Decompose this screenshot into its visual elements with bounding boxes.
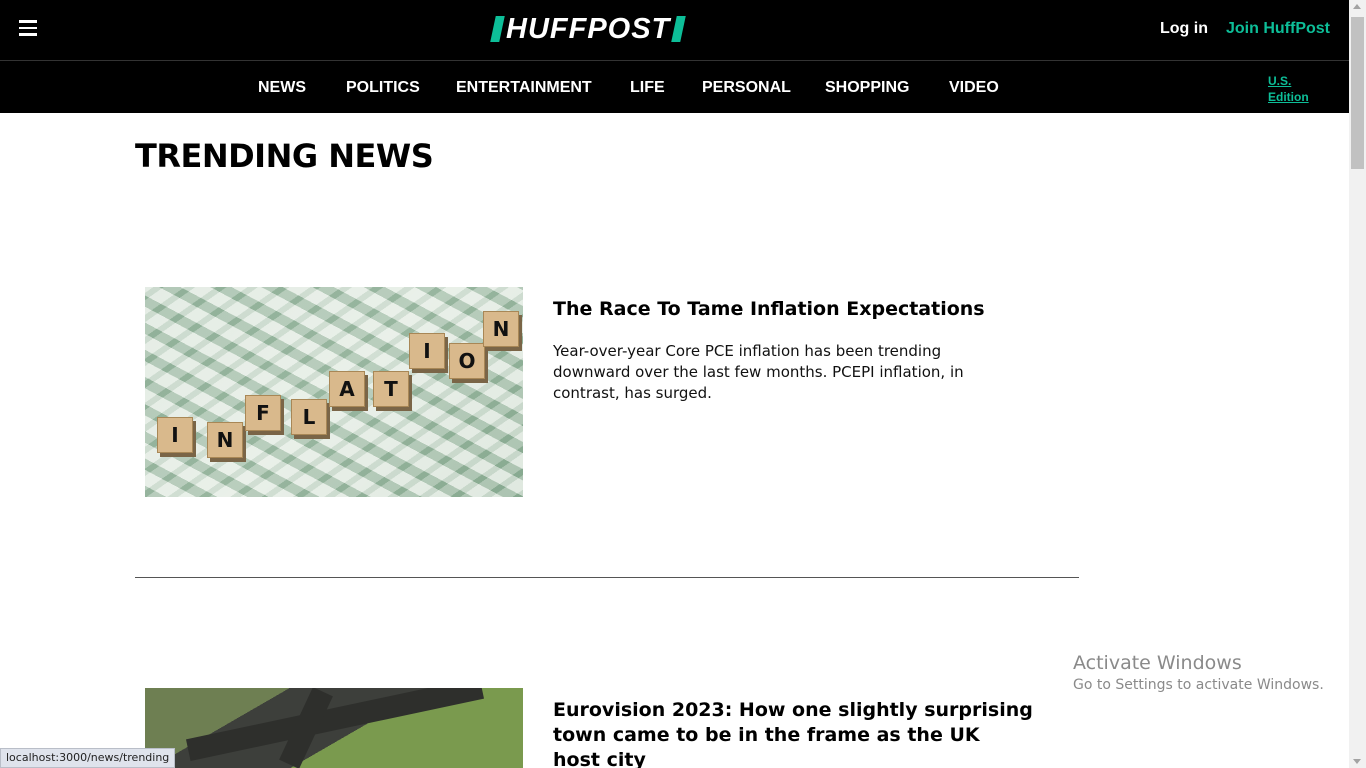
hamburger-menu-icon[interactable]	[19, 20, 37, 40]
article-image-eurovision[interactable]	[145, 688, 523, 768]
top-bar: HUFFPOST Log in Join HuffPost	[0, 0, 1349, 60]
nav-item-politics[interactable]: POLITICS	[346, 79, 420, 97]
nav-item-life[interactable]: LIFE	[630, 79, 665, 97]
scroll-thumb[interactable]	[1351, 17, 1364, 169]
letter-cube: A	[329, 371, 365, 407]
letter-cube: F	[245, 395, 281, 431]
article-title[interactable]: Eurovision 2023: How one slightly surpri…	[553, 698, 1033, 768]
logo-text: HUFFPOST	[506, 13, 671, 45]
article-image-inflation[interactable]: I N F L A T I O N	[145, 287, 523, 497]
login-link[interactable]: Log in	[1160, 20, 1208, 38]
activate-windows-title: Activate Windows	[1073, 652, 1242, 674]
page-scrollbar[interactable]	[1349, 0, 1366, 768]
edition-line-1: U.S.	[1268, 74, 1292, 88]
nav-item-shopping[interactable]: SHOPPING	[825, 79, 909, 97]
link-status-bar: localhost:3000/news/trending	[0, 748, 176, 768]
letter-cube: N	[207, 422, 243, 458]
scroll-up-arrow-icon[interactable]	[1353, 4, 1361, 9]
nav-item-news[interactable]: NEWS	[258, 79, 306, 97]
nav-item-personal[interactable]: PERSONAL	[702, 79, 791, 97]
nav-item-video[interactable]: VIDEO	[949, 79, 999, 97]
edition-link[interactable]: U.S. Edition	[1268, 73, 1309, 105]
edition-line-2: Edition	[1268, 90, 1309, 104]
huffpost-logo[interactable]: HUFFPOST	[490, 13, 687, 45]
letter-cube: N	[483, 311, 519, 347]
nav-item-entertainment[interactable]: ENTERTAINMENT	[456, 79, 592, 97]
letter-cube: I	[157, 417, 193, 453]
section-nav: NEWS POLITICS ENTERTAINMENT LIFE PERSONA…	[0, 60, 1349, 113]
activate-windows-watermark: Activate Windows Go to Settings to activ…	[1073, 652, 1324, 696]
article-divider	[135, 577, 1079, 578]
article-description: Year-over-year Core PCE inflation has be…	[553, 342, 964, 402]
join-link[interactable]: Join HuffPost	[1226, 20, 1330, 38]
letter-cube: L	[291, 399, 327, 435]
image-road	[185, 688, 485, 761]
article-title[interactable]: The Race To Tame Inflation Expectations	[553, 297, 1033, 322]
page-title: TRENDING NEWS	[135, 137, 434, 175]
activate-windows-subtitle: Go to Settings to activate Windows.	[1073, 677, 1324, 693]
letter-cube: I	[409, 333, 445, 369]
letter-cube: T	[373, 371, 409, 407]
letter-cube: O	[449, 343, 485, 379]
scroll-down-arrow-icon[interactable]	[1353, 759, 1361, 764]
